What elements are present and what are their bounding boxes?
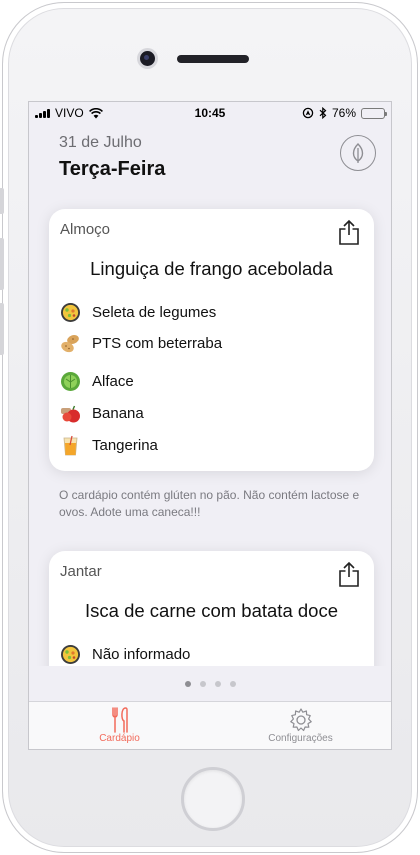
dish-title: Isca de carne com batata doce [85, 600, 338, 621]
status-bar: VIVO 10:45 76% [29, 102, 391, 124]
list-item: Tangerina [60, 435, 158, 456]
item-label: Não informado [92, 646, 191, 663]
front-camera [140, 51, 155, 66]
salad-bowl-icon [61, 645, 80, 664]
list-item: Seleta de legumes [60, 302, 216, 323]
tab-label: Cardápio [99, 733, 140, 744]
weekday-title: Terça-Feira [59, 158, 166, 180]
share-icon[interactable] [338, 219, 360, 245]
salad-bowl-icon [61, 303, 80, 322]
list-item: Não informado [60, 644, 190, 665]
volume-down-button [0, 303, 4, 355]
meal-label: Almoço [60, 221, 111, 238]
fork-knife-icon [111, 707, 128, 733]
list-item: Alface [60, 371, 134, 392]
list-item: PTS com beterraba [60, 333, 222, 354]
item-label: Alface [92, 373, 134, 390]
mute-switch [0, 188, 4, 214]
tab-bar: Cardápio Configurações [29, 701, 391, 749]
earpiece-speaker [177, 55, 249, 63]
date-label: 31 de Julho [59, 134, 142, 151]
page-dot[interactable] [229, 681, 236, 687]
share-icon[interactable] [338, 561, 360, 587]
item-label: Seleta de legumes [92, 304, 217, 321]
tab-configuracoes[interactable]: Configurações [210, 702, 391, 749]
page-dot[interactable] [199, 681, 206, 687]
menu-note: O cardápio contém glúten no pão. Não con… [59, 488, 360, 519]
tab-label: Configurações [268, 733, 333, 744]
list-item: Banana [60, 403, 144, 424]
page-dot[interactable] [184, 681, 191, 687]
dish-title: Linguiça de frango acebolada [90, 258, 333, 279]
battery-percent: 76% [331, 106, 356, 120]
page-dot[interactable] [214, 681, 221, 687]
location-lock-icon [302, 107, 314, 119]
page-control[interactable] [29, 681, 391, 687]
leaf-icon [352, 143, 364, 163]
item-label: Tangerina [92, 437, 158, 454]
home-button[interactable] [181, 767, 245, 831]
meal-label: Jantar [60, 563, 102, 580]
vegetarian-toggle-button[interactable] [340, 135, 376, 171]
app-screen: VIVO 10:45 76% 31 de Julho Terça-Feira A… [28, 101, 392, 750]
lettuce-icon [61, 372, 80, 391]
bluetooth-icon [319, 107, 327, 119]
juice-icon [63, 435, 78, 456]
item-label: Banana [92, 405, 144, 422]
tab-cardapio[interactable]: Cardápio [29, 702, 210, 749]
lunch-card: Almoço Linguiça de frango acebolada Sele… [49, 209, 374, 471]
volume-up-button [0, 238, 4, 290]
fruit-icon [61, 405, 80, 423]
item-label: PTS com beterraba [92, 335, 223, 352]
gear-icon [289, 708, 312, 732]
battery-icon [361, 107, 387, 119]
potatoes-icon [61, 334, 79, 353]
